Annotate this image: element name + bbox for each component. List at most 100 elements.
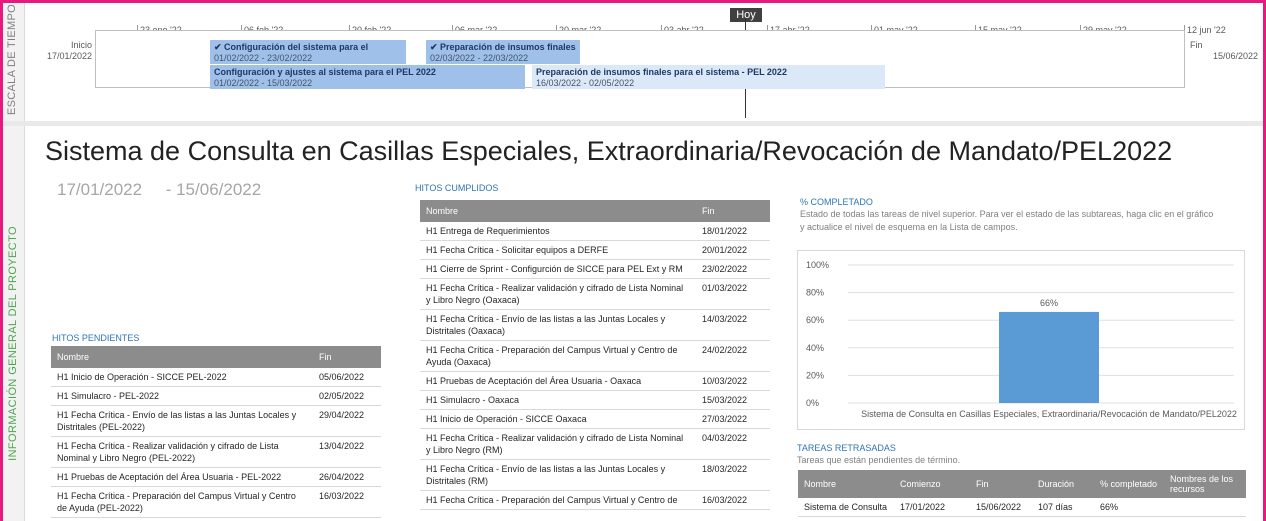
column-header-comienzo[interactable]: Comienzo	[894, 470, 970, 498]
table-cell: 14/03/2022	[696, 309, 770, 341]
column-header-nombre[interactable]: Nombre	[51, 346, 313, 368]
table-row[interactable]: H1 Fecha Crítica - Envío de las listas a…	[51, 405, 381, 437]
chart-y-tick-label: 80%	[806, 288, 824, 298]
table-cell: 01/03/2022	[696, 278, 770, 310]
hitos-pendientes-body: H1 Inicio de Operación - SICCE PEL-2022 0…	[51, 368, 381, 518]
table-cell: H1 Fecha Crítica - Envío de las listas a…	[420, 309, 696, 341]
project-start-date: 17/01/2022	[57, 180, 143, 199]
column-header-fin[interactable]: Fin	[970, 470, 1032, 498]
table-cell: 04/03/2022	[696, 428, 770, 460]
table-cell: 18/01/2022	[696, 222, 770, 241]
table-row[interactable]: H1 Inicio de Operación - SICCE PEL-2022 0…	[51, 368, 381, 387]
column-header-nombre[interactable]: Nombre	[798, 470, 894, 498]
table-row[interactable]: H1 Fecha Crítica - Envío de las listas a…	[420, 309, 770, 341]
chart-y-tick-label: 0%	[806, 398, 819, 408]
hitos-cumplidos-body: H1 Entrega de Requerimientos 18/01/2022 H1…	[420, 222, 770, 510]
timeline-task-bar[interactable]: ✔ Configuración del sistema para el 01/0…	[210, 40, 406, 64]
table-header-row: Nombre Fin	[51, 346, 381, 368]
hitos-pendientes-table: Nombre Fin H1 Inicio de Operación - SICC…	[51, 346, 381, 518]
column-header-recursos[interactable]: Nombres de los recursos	[1164, 470, 1246, 498]
hitos-cumplidos-label: HITOS CUMPLIDOS	[415, 183, 499, 193]
timeline-task-bar[interactable]: Preparación de insumos finales para el s…	[532, 65, 885, 89]
column-header-fin[interactable]: Fin	[696, 200, 770, 222]
column-header-completado[interactable]: % completado	[1094, 470, 1164, 498]
table-cell: H1 Inicio de Operación - SICCE Oaxaca	[420, 409, 696, 429]
chart-bar[interactable]	[999, 311, 1099, 403]
table-cell: 16/03/2022	[313, 486, 381, 518]
chart-data-label: 66%	[1040, 298, 1058, 308]
table-row[interactable]: H1 Fecha Crítica - Preparación del Campu…	[420, 490, 770, 510]
completado-label: % COMPLETADO	[800, 197, 873, 207]
chart-y-tick-label: 100%	[806, 260, 829, 270]
timeline-end: Fin 15/06/2022	[1190, 40, 1258, 62]
table-cell: 20/01/2022	[696, 240, 770, 260]
timeline-side-panel: ESCALA DE TIEMPO	[3, 3, 25, 121]
timeline-separator	[3, 121, 1263, 126]
table-row[interactable]: H1 Fecha Crítica - Realizar validación y…	[420, 278, 770, 310]
table-row[interactable]: H1 Fecha Crítica - Realizar validación y…	[51, 436, 381, 468]
table-cell: H1 Simulacro - Oaxaca	[420, 390, 696, 410]
table-cell	[1164, 498, 1246, 517]
timeline-start-label: Inicio	[70, 40, 92, 50]
table-cell: H1 Fecha Crítica - Realizar validación y…	[420, 278, 696, 310]
column-header-nombre[interactable]: Nombre	[420, 200, 696, 222]
project-end-date: - 15/06/2022	[165, 180, 262, 199]
table-cell: 15/06/2022	[970, 498, 1032, 517]
table-cell: 05/06/2022	[313, 368, 381, 387]
timeline-end-label: Fin	[1190, 40, 1203, 50]
timeline-task-bar[interactable]: ✔ Preparación de insumos finales 02/03/2…	[426, 40, 580, 64]
table-cell: 107 días	[1032, 498, 1094, 517]
table-row[interactable]: H1 Cierre de Sprint - Configurción de SI…	[420, 259, 770, 279]
table-row[interactable]: Sistema de Consulta 17/01/2022 15/06/2022 1…	[798, 498, 1246, 517]
table-cell: H1 Inicio de Operación - SICCE PEL-2022	[51, 368, 313, 387]
chart-category-label: Sistema de Consulta en Casillas Especial…	[861, 409, 1237, 419]
table-row[interactable]: H1 Fecha Crítica - Realizar validación y…	[420, 428, 770, 460]
table-cell: 29/04/2022	[313, 405, 381, 437]
project-info-side-panel: INFORMACIÓN GENERAL DEL PROYECTO	[3, 126, 25, 521]
table-cell: 02/05/2022	[313, 386, 381, 406]
table-row[interactable]: H1 Fecha Crítica - Preparación del Campu…	[51, 486, 381, 518]
completado-description: Estado de todas las tareas de nivel supe…	[800, 209, 1214, 232]
table-cell: 26/04/2022	[313, 467, 381, 487]
timeline-tick-label: 12 jun '22	[1187, 25, 1226, 35]
table-header-row: Nombre Comienzo Fin Duración % completad…	[798, 470, 1246, 498]
table-cell: 66%	[1094, 498, 1164, 517]
column-header-duracion[interactable]: Duración	[1032, 470, 1094, 498]
tareas-retrasadas-label: TAREAS RETRASADAS	[797, 443, 896, 453]
table-row[interactable]: H1 Simulacro - PEL-2022 02/05/2022	[51, 386, 381, 406]
table-row[interactable]: H1 Fecha Crítica - Preparación del Campu…	[420, 340, 770, 372]
table-row[interactable]: H1 Pruebas de Aceptación del Área Usuari…	[51, 467, 381, 487]
table-row[interactable]: H1 Inicio de Operación - SICCE Oaxaca 27/…	[420, 409, 770, 429]
table-cell: H1 Pruebas de Aceptación del Área Usuari…	[420, 371, 696, 391]
timeline-end-date: 15/06/2022	[1212, 51, 1258, 61]
table-cell: H1 Fecha Crítica - Preparación del Campu…	[420, 490, 696, 510]
table-row[interactable]: H1 Fecha Crítica - Solicitar equipos a D…	[420, 240, 770, 260]
table-cell: H1 Entrega de Requerimientos	[420, 222, 696, 241]
table-cell: H1 Fecha Crítica - Envío de las listas a…	[420, 459, 696, 491]
table-row[interactable]: H1 Simulacro - Oaxaca 15/03/2022	[420, 390, 770, 410]
chart-y-tick-label: 40%	[806, 343, 824, 353]
column-header-fin[interactable]: Fin	[313, 346, 381, 368]
table-cell: Sistema de Consulta	[798, 498, 894, 517]
table-cell: H1 Fecha Crítica - Realizar validación y…	[420, 428, 696, 460]
table-cell: 17/01/2022	[894, 498, 970, 517]
tareas-retrasadas-table: Nombre Comienzo Fin Duración % completad…	[798, 470, 1246, 517]
percent-complete-chart[interactable]: 0% 20% 40% 60% 80% 100% 66% Sistema de Consulta…	[797, 250, 1245, 430]
table-header-row: Nombre Fin	[420, 200, 770, 222]
table-cell: H1 Fecha Crítica - Envío de las listas a…	[51, 405, 313, 437]
table-row[interactable]: H1 Fecha Crítica - Envío de las listas a…	[420, 459, 770, 491]
timeline-task-bar[interactable]: Configuración y ajustes al sistema para …	[210, 65, 525, 89]
table-cell: H1 Fecha Crítica - Solicitar equipos a D…	[420, 240, 696, 260]
table-row[interactable]: H1 Pruebas de Aceptación del Área Usuari…	[420, 371, 770, 391]
timeline-start-date: 17/01/2022	[46, 51, 92, 61]
today-marker-label: Hoy	[730, 8, 762, 22]
table-cell: H1 Fecha Crítica - Preparación del Campu…	[51, 486, 313, 518]
chart-y-tick-label: 60%	[806, 315, 824, 325]
table-cell: 15/03/2022	[696, 390, 770, 410]
table-cell: 13/04/2022	[313, 436, 381, 468]
hitos-cumplidos-table: Nombre Fin H1 Entrega de Requerimientos 1…	[420, 200, 770, 510]
project-dates: 17/01/2022 - 15/06/2022	[57, 180, 261, 200]
table-row[interactable]: H1 Entrega de Requerimientos 18/01/2022	[420, 222, 770, 241]
table-cell: 23/02/2022	[696, 259, 770, 279]
timeline-start: Inicio 17/01/2022	[28, 40, 92, 62]
